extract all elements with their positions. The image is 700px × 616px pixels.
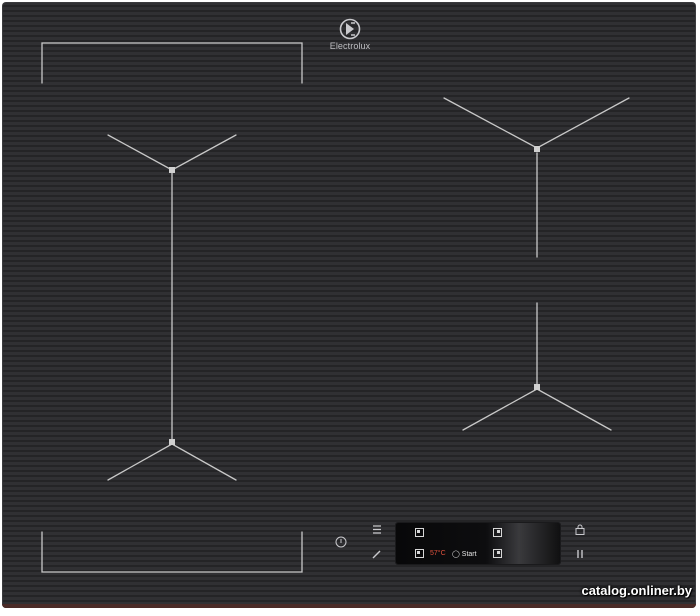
zone-bracket-bottom-left [41, 531, 303, 573]
zone-top-left-icon[interactable] [415, 528, 424, 537]
left-zone-bottom-node [169, 439, 175, 445]
probe-icon [415, 549, 424, 558]
pause-icon[interactable] [574, 549, 586, 562]
zone-top-right-icon[interactable] [493, 528, 502, 537]
zone-bracket-top-left [41, 42, 303, 84]
lock-icon[interactable] [574, 524, 586, 538]
power-icon[interactable] [334, 536, 348, 551]
right-bottom-zone-node [534, 384, 540, 390]
start-button[interactable]: ◯ Start [452, 550, 477, 558]
right-bottom-zone-marker [462, 388, 612, 431]
left-zone-bottom-marker [107, 443, 237, 481]
temperature-readout: 57°C [430, 550, 446, 557]
watermark: catalog.onliner.by [581, 583, 692, 598]
left-zone-top-node [169, 167, 175, 173]
display-panel: 57°C ◯ Start [396, 523, 560, 564]
cooking-zone-markings [41, 42, 630, 573]
zone-bottom-right-icon[interactable] [493, 549, 502, 558]
right-top-zone-marker [443, 97, 630, 149]
left-zone-top-marker [107, 134, 237, 171]
edit-icon[interactable] [371, 549, 383, 562]
right-top-zone-node [534, 146, 540, 152]
menu-icon[interactable] [371, 525, 383, 537]
